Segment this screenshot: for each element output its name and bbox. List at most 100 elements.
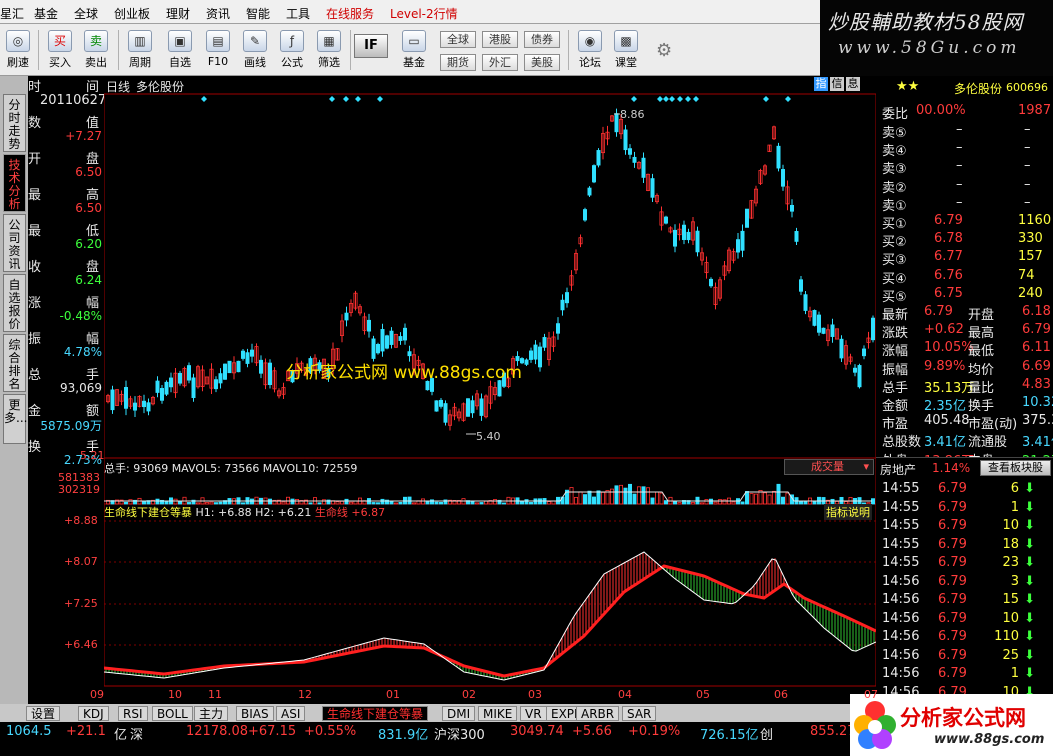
buy-button[interactable]: 买买入 (42, 27, 78, 74)
fund-button[interactable]: ▭ 基金 (396, 27, 432, 74)
status-cy-value: 855.27 (810, 724, 856, 739)
indicator-help-button[interactable]: 指标说明 (824, 504, 872, 520)
menu-item[interactable]: 全球 (74, 5, 98, 22)
indicator-axis-label: +8.88 (64, 514, 98, 527)
buy-level-volume: 330 (1018, 231, 1043, 247)
tab-ranking[interactable]: 综合排名 (3, 334, 26, 392)
menu-item-level2[interactable]: Level-2行情 (390, 5, 458, 22)
filter-button[interactable]: ▦ 筛选 (311, 27, 347, 74)
volume-bar (740, 501, 745, 505)
refresh-button[interactable]: ◎ 刷速 (0, 27, 36, 74)
candle-body (407, 351, 412, 357)
candle-body (155, 380, 160, 393)
class-button[interactable]: ▩ 课堂 (608, 27, 644, 74)
candle-body (641, 157, 646, 178)
signal-diamond (693, 96, 699, 102)
stat-value: 6.79 (1022, 322, 1051, 338)
tab-intraday[interactable]: 分时走势 (3, 94, 26, 152)
candle-body (160, 388, 165, 401)
global-button[interactable]: 全球 (440, 31, 476, 48)
toolbar-divider (38, 30, 39, 70)
tick-volume: 10 (1002, 518, 1019, 533)
indicator-tab[interactable]: ASI (276, 706, 306, 721)
menu-item-online-service[interactable]: 在线服务 (326, 5, 374, 22)
candle-body (528, 350, 533, 360)
menu-item[interactable]: 创业板 (114, 5, 150, 22)
tick-price: 6.79 (938, 610, 967, 626)
indicator-tab[interactable]: BIAS (236, 706, 274, 721)
info-value: +7.27 (65, 129, 102, 143)
indicator-tab[interactable]: 生命线下建仓等暴 (322, 706, 429, 721)
indicator-icon[interactable]: 指 (814, 77, 828, 91)
draw-line-button[interactable]: ✎ 画线 (237, 27, 273, 74)
futures-button[interactable]: 期货 (440, 54, 476, 71)
signal-diamond (343, 96, 349, 102)
tick-price: 6.79 (938, 592, 967, 607)
volume-selector[interactable]: 成交量 ▾ (784, 459, 874, 475)
futures-if-icon[interactable]: IF (354, 34, 388, 58)
forum-button[interactable]: ◉ 论坛 (572, 27, 608, 74)
chart-period-title: 日线 (106, 80, 131, 94)
menu-item[interactable]: 资讯 (206, 5, 230, 22)
indicator-tab[interactable]: MIKE (478, 706, 518, 721)
info-icon[interactable]: 信 (830, 77, 844, 91)
menu-item[interactable]: 星汇 (0, 5, 24, 22)
hk-stock-button[interactable]: 港股 (482, 31, 518, 48)
indicator-tab[interactable]: ARBR (576, 706, 620, 721)
month-axis-label: 11 (208, 688, 222, 701)
volume-bar (591, 496, 596, 505)
bond-button[interactable]: 债券 (524, 31, 560, 48)
forex-button[interactable]: 外汇 (482, 54, 518, 71)
stat-label: 最低 (968, 344, 995, 360)
stat-value: 6.79 (924, 304, 953, 319)
f10-button[interactable]: ▤ F10 (200, 27, 236, 74)
bar-date: 20110627 (40, 93, 107, 108)
buy-level-price: 6.75 (934, 285, 963, 301)
indicator-tab[interactable]: SAR (622, 706, 657, 721)
sector-name: 房地产 (880, 463, 917, 477)
indicator-tab[interactable]: KDJ (78, 706, 109, 721)
stat-label: 均价 (968, 362, 995, 378)
status-sz-name: 深 (130, 728, 144, 743)
formula-button[interactable]: ƒ 公式 (274, 27, 310, 74)
candle-body (745, 208, 750, 228)
volume-bar (587, 490, 592, 505)
view-sector-button[interactable]: 查看板块股 (980, 460, 1051, 476)
menu-item[interactable]: 智能 (246, 5, 270, 22)
menu-item[interactable]: 理财 (166, 5, 190, 22)
toolbar-divider (118, 30, 119, 70)
candle-body (438, 399, 443, 407)
tab-company-info[interactable]: 公司资讯 (3, 214, 26, 272)
tab-watchlist[interactable]: 自选报价 (3, 274, 26, 332)
info-icon-2[interactable]: 息 (846, 77, 860, 91)
candle-body (344, 312, 349, 321)
us-stock-button[interactable]: 美股 (524, 54, 560, 71)
menu-item[interactable]: 工具 (286, 5, 310, 22)
sell-button[interactable]: 卖卖出 (78, 27, 114, 74)
indicator-tab[interactable]: BOLL (152, 706, 193, 721)
arrow-down-icon: ⬇ (1024, 518, 1035, 533)
lifeline-name: 生命线 (314, 506, 348, 519)
tab-more[interactable]: 更多... (3, 394, 27, 444)
indicator-tab[interactable]: VR (520, 706, 547, 721)
candle-body (123, 387, 128, 409)
indicator-tab[interactable]: 主力 (194, 706, 229, 721)
logo-url: www.88gs.com (934, 732, 1045, 747)
info-label-left: 换 (28, 440, 42, 455)
tick-volume: 1 (1010, 666, 1019, 681)
tab-technical-analysis[interactable]: 技术分析 (3, 154, 26, 212)
tick-time: 14:56 (882, 573, 920, 589)
tick-volume: 3 (1010, 573, 1019, 589)
stat-label: 最新 (882, 308, 909, 323)
settings-gear-icon[interactable]: ⚙ (656, 40, 672, 61)
indicator-tab[interactable]: 设置 (26, 706, 61, 721)
indicator-h-values: H1: +6.88 H2: +6.21 (195, 506, 312, 519)
watermark-text: 分析家公式网 www.88gs.com (286, 363, 522, 383)
indicator-tab[interactable]: DMI (442, 706, 476, 721)
candle-body (673, 229, 678, 247)
menu-item[interactable]: 基金 (34, 5, 58, 22)
favorite-button[interactable]: ▣ 自选 (162, 27, 198, 74)
period-button[interactable]: ▥ 周期 (122, 27, 158, 74)
indicator-tab[interactable]: RSI (118, 706, 148, 721)
chart-area[interactable]: 8.86 5.40 日线 多伦股份 指 信 息 分析家公式网 www.88gs.c… (104, 76, 876, 704)
